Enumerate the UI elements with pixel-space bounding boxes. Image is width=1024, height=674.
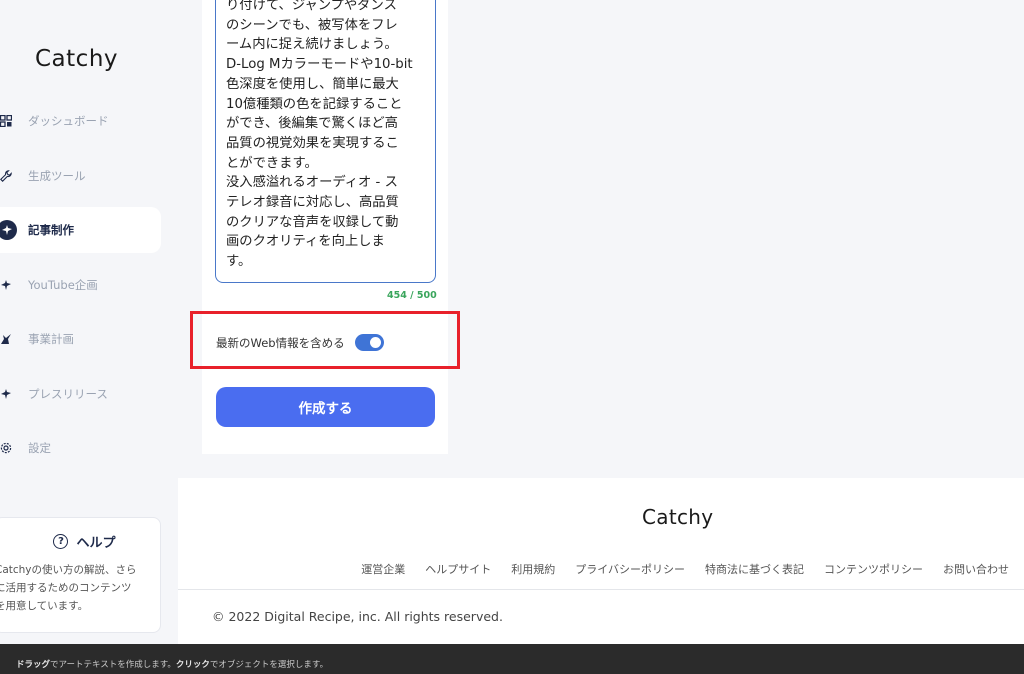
- sidebar-logo[interactable]: Catchy: [35, 46, 118, 72]
- status-text: ドラッグでアートテキストを作成します。クリックでオブジェクトを選択します。: [16, 658, 328, 670]
- help-description: Catchyの使い方の解説、さら に活用するためのコンテンツ を用意しています。: [0, 564, 137, 612]
- char-count: 454 / 500: [387, 290, 437, 301]
- sidebar-item-label: YouTube企画: [28, 277, 98, 292]
- status-drag-desc: でアートテキストを作成します。: [50, 660, 176, 670]
- help-title-label: ヘルプ: [76, 536, 116, 551]
- help-card[interactable]: ? ヘルプ Catchyの使い方の解説、さら に活用するためのコンテンツ を用意…: [0, 517, 161, 633]
- sidebar-item-label: 生成ツール: [28, 168, 86, 183]
- grid-icon: [0, 113, 14, 129]
- sidebar-item-article[interactable]: 記事制作: [0, 207, 161, 253]
- footer-link-commerce-law[interactable]: 特商法に基づく表記: [705, 561, 804, 577]
- form-card: り付けて、ジャンプやダンス のシーンでも、被写体をフレ ーム内に捉え続けましょう…: [202, 0, 448, 454]
- gear-icon: [0, 440, 14, 456]
- highlight-annotation: [190, 311, 460, 369]
- status-drag: ドラッグ: [16, 660, 51, 670]
- footer: Catchy 運営企業 ヘルプサイト 利用規約 プライバシーポリシー 特商法に基…: [178, 478, 1024, 644]
- bird-icon: [0, 277, 14, 293]
- wrench-icon: [0, 168, 14, 184]
- sidebar-nav: ダッシュボード 生成ツール 記事制作 YouTube企画 事業計画 プレスリリー…: [0, 98, 178, 480]
- create-button[interactable]: 作成する: [216, 387, 435, 427]
- footer-link-terms[interactable]: 利用規約: [511, 561, 555, 577]
- sidebar-item-youtube[interactable]: YouTube企画: [0, 262, 161, 308]
- sidebar-item-label: 記事制作: [28, 223, 74, 237]
- sidebar-item-label: 事業計画: [28, 332, 74, 346]
- sidebar-item-label: ダッシュボード: [28, 114, 109, 128]
- status-click: クリック: [175, 660, 210, 670]
- footer-link-contact[interactable]: お問い合わせ: [943, 561, 1009, 577]
- sidebar-item-label: 設定: [28, 441, 51, 455]
- sidebar-item-label: プレスリリース: [28, 386, 108, 401]
- sidebar: Catchy ダッシュボード 生成ツール 記事制作 YouTube企画 事業計画…: [0, 0, 178, 644]
- bird-icon: [0, 386, 14, 402]
- bird-icon: [0, 220, 17, 240]
- footer-link-content-policy[interactable]: コンテンツポリシー: [824, 561, 923, 577]
- footer-link-company[interactable]: 運営企業: [361, 561, 405, 577]
- unicorn-icon: [0, 331, 14, 347]
- content-textarea[interactable]: り付けて、ジャンプやダンス のシーンでも、被写体をフレ ーム内に捉え続けましょう…: [215, 0, 436, 283]
- status-click-desc: でオブジェクトを選択します。: [209, 660, 329, 670]
- sidebar-item-dashboard[interactable]: ダッシュボード: [0, 98, 161, 144]
- copyright: © 2022 Digital Recipe, inc. All rights r…: [212, 609, 503, 624]
- question-icon: ?: [53, 534, 69, 549]
- sidebar-item-settings[interactable]: 設定: [0, 425, 161, 471]
- sidebar-item-press-release[interactable]: プレスリリース: [0, 371, 161, 417]
- help-title: ? ヘルプ: [9, 532, 160, 551]
- footer-logo[interactable]: Catchy: [642, 505, 713, 529]
- sidebar-item-business-plan[interactable]: 事業計画: [0, 316, 161, 362]
- footer-link-privacy[interactable]: プライバシーポリシー: [575, 561, 685, 577]
- status-bar: ドラッグでアートテキストを作成します。クリックでオブジェクトを選択します。: [0, 644, 1024, 674]
- footer-links: 運営企業 ヘルプサイト 利用規約 プライバシーポリシー 特商法に基づく表記 コン…: [341, 561, 1009, 577]
- sidebar-item-tools[interactable]: 生成ツール: [0, 153, 161, 199]
- footer-link-help-site[interactable]: ヘルプサイト: [425, 561, 491, 577]
- footer-divider: [178, 589, 1024, 590]
